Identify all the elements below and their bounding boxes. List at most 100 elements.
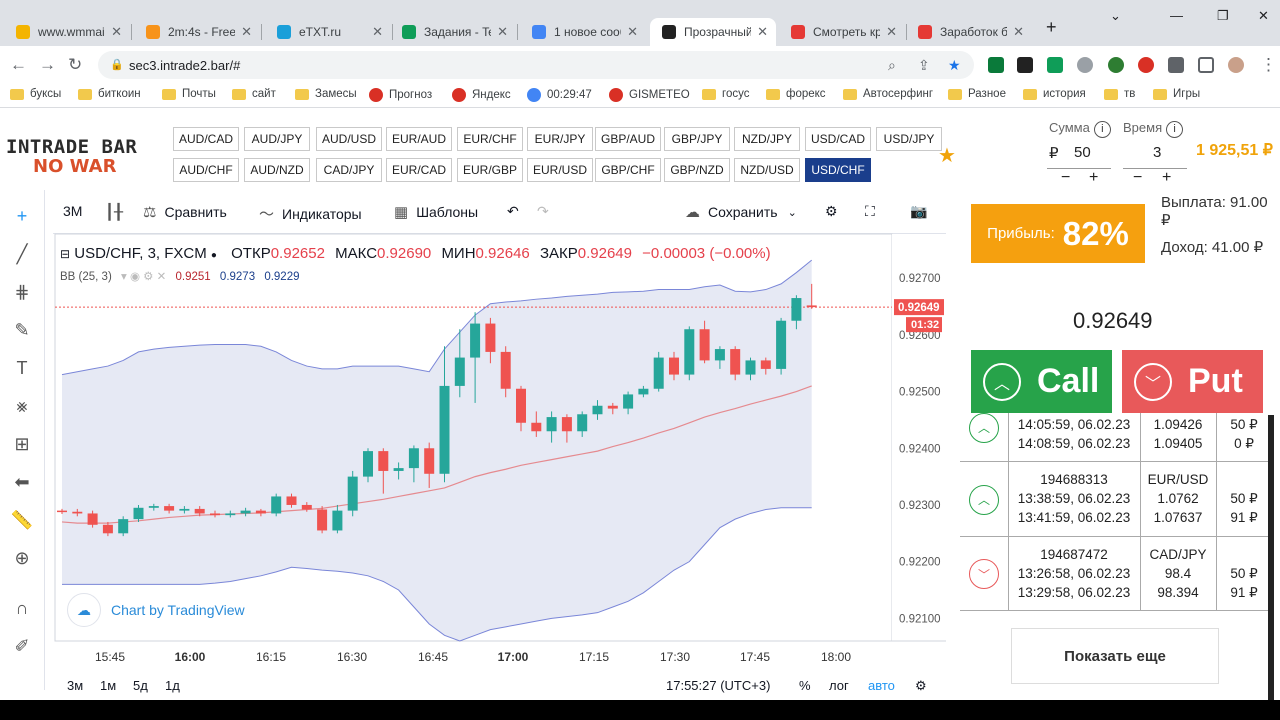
chart-legend: ⊟ USD/CHF, 3, FXCM ● ОТКР0.92652 МАКС0.9… <box>60 245 771 262</box>
bookmark-item[interactable]: история <box>1023 88 1086 100</box>
forward-icon[interactable]: → <box>39 55 56 75</box>
bb-mid-value: 0.9251 <box>175 271 211 283</box>
auto-toggle[interactable]: авто <box>868 678 895 693</box>
zoom-icon[interactable]: ⌕ <box>888 57 896 74</box>
close-tab-icon[interactable]: ✕ <box>372 24 383 40</box>
extension-icon[interactable] <box>1017 57 1033 73</box>
call-button[interactable]: ︿ Call <box>971 350 1112 413</box>
bookmark-item[interactable]: GISMETEO <box>609 88 690 102</box>
browser-tab[interactable]: Прозрачный ✕ <box>650 18 776 46</box>
browser-tab[interactable]: Смотреть кр ✕ <box>779 18 905 46</box>
avatar[interactable] <box>1228 57 1244 73</box>
new-tab-icon[interactable]: + <box>1046 17 1057 38</box>
show-more-button[interactable]: Показать еще <box>1011 628 1219 684</box>
candle-down <box>378 451 389 471</box>
bookmark-label: тв <box>1124 88 1136 100</box>
time-minus-button[interactable]: − <box>1133 169 1142 187</box>
time-input[interactable]: 3 <box>1153 144 1161 161</box>
folder-icon <box>766 88 780 100</box>
deal-row[interactable]: ︿ 194688313 13:38:59, 06.02.23 13:41:59, 06… <box>960 462 1270 537</box>
browser-tab[interactable]: 1 новое сооб ✕ <box>520 18 646 46</box>
browser-tab[interactable]: Задания - Te ✕ <box>390 18 516 46</box>
legend-low: 0.92646 <box>475 245 530 262</box>
bookmark-item[interactable]: Почты <box>162 88 216 100</box>
close-tab-icon[interactable]: ✕ <box>886 24 897 40</box>
candle-down <box>87 513 98 525</box>
deal-payout: 0 ₽ <box>1234 436 1254 451</box>
bookmark-label: форекс <box>786 88 826 100</box>
chart-settings-gear-icon[interactable]: ⚙ <box>915 678 927 694</box>
bookmark-item[interactable]: Замесы <box>295 88 357 100</box>
close-tab-icon[interactable]: ✕ <box>757 24 768 40</box>
browser-tab[interactable]: eTXT.ru ✕ <box>265 18 391 46</box>
close-tab-icon[interactable]: ✕ <box>1013 24 1024 40</box>
extension-icon[interactable] <box>1077 57 1093 73</box>
close-window-icon[interactable]: ✕ <box>1258 8 1269 24</box>
bookmark-star-icon[interactable]: ★ <box>948 57 961 74</box>
extension-icon[interactable] <box>1047 57 1063 73</box>
candle-up <box>148 506 159 508</box>
bookmark-item[interactable]: Прогноз <box>369 88 432 102</box>
bookmark-item[interactable]: 00:29:47 <box>527 88 592 102</box>
y-tick-label: 0.92300 <box>899 500 941 512</box>
candle-up <box>271 496 282 514</box>
back-icon[interactable]: ← <box>10 55 27 75</box>
range-5d[interactable]: 5д <box>133 678 148 693</box>
sum-minus-button[interactable]: − <box>1061 169 1070 187</box>
bookmark-item[interactable]: биткоин <box>78 88 141 100</box>
share-icon[interactable]: ⇪ <box>918 57 930 74</box>
sum-input[interactable]: 50 <box>1074 144 1091 161</box>
balance: 1 925,51 ₽ <box>1196 142 1273 159</box>
chart-clock[interactable]: 17:55:27 (UTC+3) <box>666 678 770 693</box>
range-1d[interactable]: 1д <box>165 678 180 693</box>
range-3m[interactable]: 3м <box>67 678 83 693</box>
bookmark-item[interactable]: тв <box>1104 88 1135 100</box>
bb-controls-icon[interactable]: ▾ ◉ ⚙ ✕ <box>121 271 166 283</box>
put-button[interactable]: ﹀ Put <box>1122 350 1263 413</box>
candle-up <box>454 357 465 386</box>
column-divider <box>1216 537 1217 611</box>
range-1m[interactable]: 1м <box>100 678 116 693</box>
bookmark-item[interactable]: Игры <box>1153 88 1200 100</box>
browser-tab[interactable]: Заработок б ✕ <box>906 18 1032 46</box>
tab-title: Прозрачный <box>684 25 752 39</box>
browser-tab[interactable]: 2m:4s - FreeB ✕ <box>134 18 260 46</box>
close-tab-icon[interactable]: ✕ <box>497 24 508 40</box>
bookmark-favicon-icon <box>452 88 466 102</box>
favicon-icon <box>402 25 416 39</box>
extension-icon[interactable] <box>988 57 1004 73</box>
browser-tab[interactable]: www.wmmail ✕ <box>4 18 130 46</box>
deal-row[interactable]: ﹀ 194687472 13:26:58, 06.02.23 13:29:58, 06… <box>960 537 1270 611</box>
sum-plus-button[interactable]: + <box>1089 169 1098 187</box>
bookmark-item[interactable]: Автосерфинг <box>843 88 933 100</box>
log-toggle[interactable]: лог <box>829 678 849 693</box>
restore-icon[interactable]: ❐ <box>1217 8 1229 24</box>
close-tab-icon[interactable]: ✕ <box>627 24 638 40</box>
percent-toggle[interactable]: % <box>799 678 811 693</box>
collapse-icon[interactable]: ⊟ <box>60 247 70 261</box>
info-icon[interactable]: i <box>1093 121 1111 138</box>
bookmark-item[interactable]: госус <box>702 88 749 100</box>
sidebar-icon[interactable] <box>1198 57 1214 73</box>
tradingview-badge[interactable]: ☁ Chart by TradingView <box>67 593 245 627</box>
bookmark-item[interactable]: Яндекс <box>452 88 511 102</box>
close-tab-icon[interactable]: ✕ <box>111 24 122 40</box>
bookmark-item[interactable]: форекс <box>766 88 826 100</box>
extension-icon[interactable] <box>1108 57 1124 73</box>
reload-icon[interactable]: ↻ <box>68 55 82 75</box>
tab-separator <box>261 24 262 40</box>
adblock-icon[interactable] <box>1138 57 1154 73</box>
minimize-icon[interactable]: — <box>1170 8 1183 23</box>
tab-search-icon[interactable]: ⌄ <box>1110 8 1121 24</box>
bookmark-item[interactable]: буксы <box>10 88 61 100</box>
time-plus-button[interactable]: + <box>1162 169 1171 187</box>
deal-row[interactable]: ︿ 14:05:59, 06.02.23 14:08:59, 06.02.23 1.0… <box>960 412 1270 462</box>
info-icon[interactable]: i <box>1166 121 1184 138</box>
scrollbar[interactable] <box>1268 415 1274 700</box>
bookmark-item[interactable]: сайт <box>232 88 276 100</box>
menu-dots-icon[interactable]: ⋮ <box>1260 55 1277 75</box>
extensions-puzzle-icon[interactable] <box>1168 57 1184 73</box>
bookmark-item[interactable]: Разное <box>948 88 1006 100</box>
address-bar[interactable]: 🔒 sec3.intrade2.bar/# ⌕ ⇪ ★ <box>98 51 974 79</box>
close-tab-icon[interactable]: ✕ <box>241 24 252 40</box>
